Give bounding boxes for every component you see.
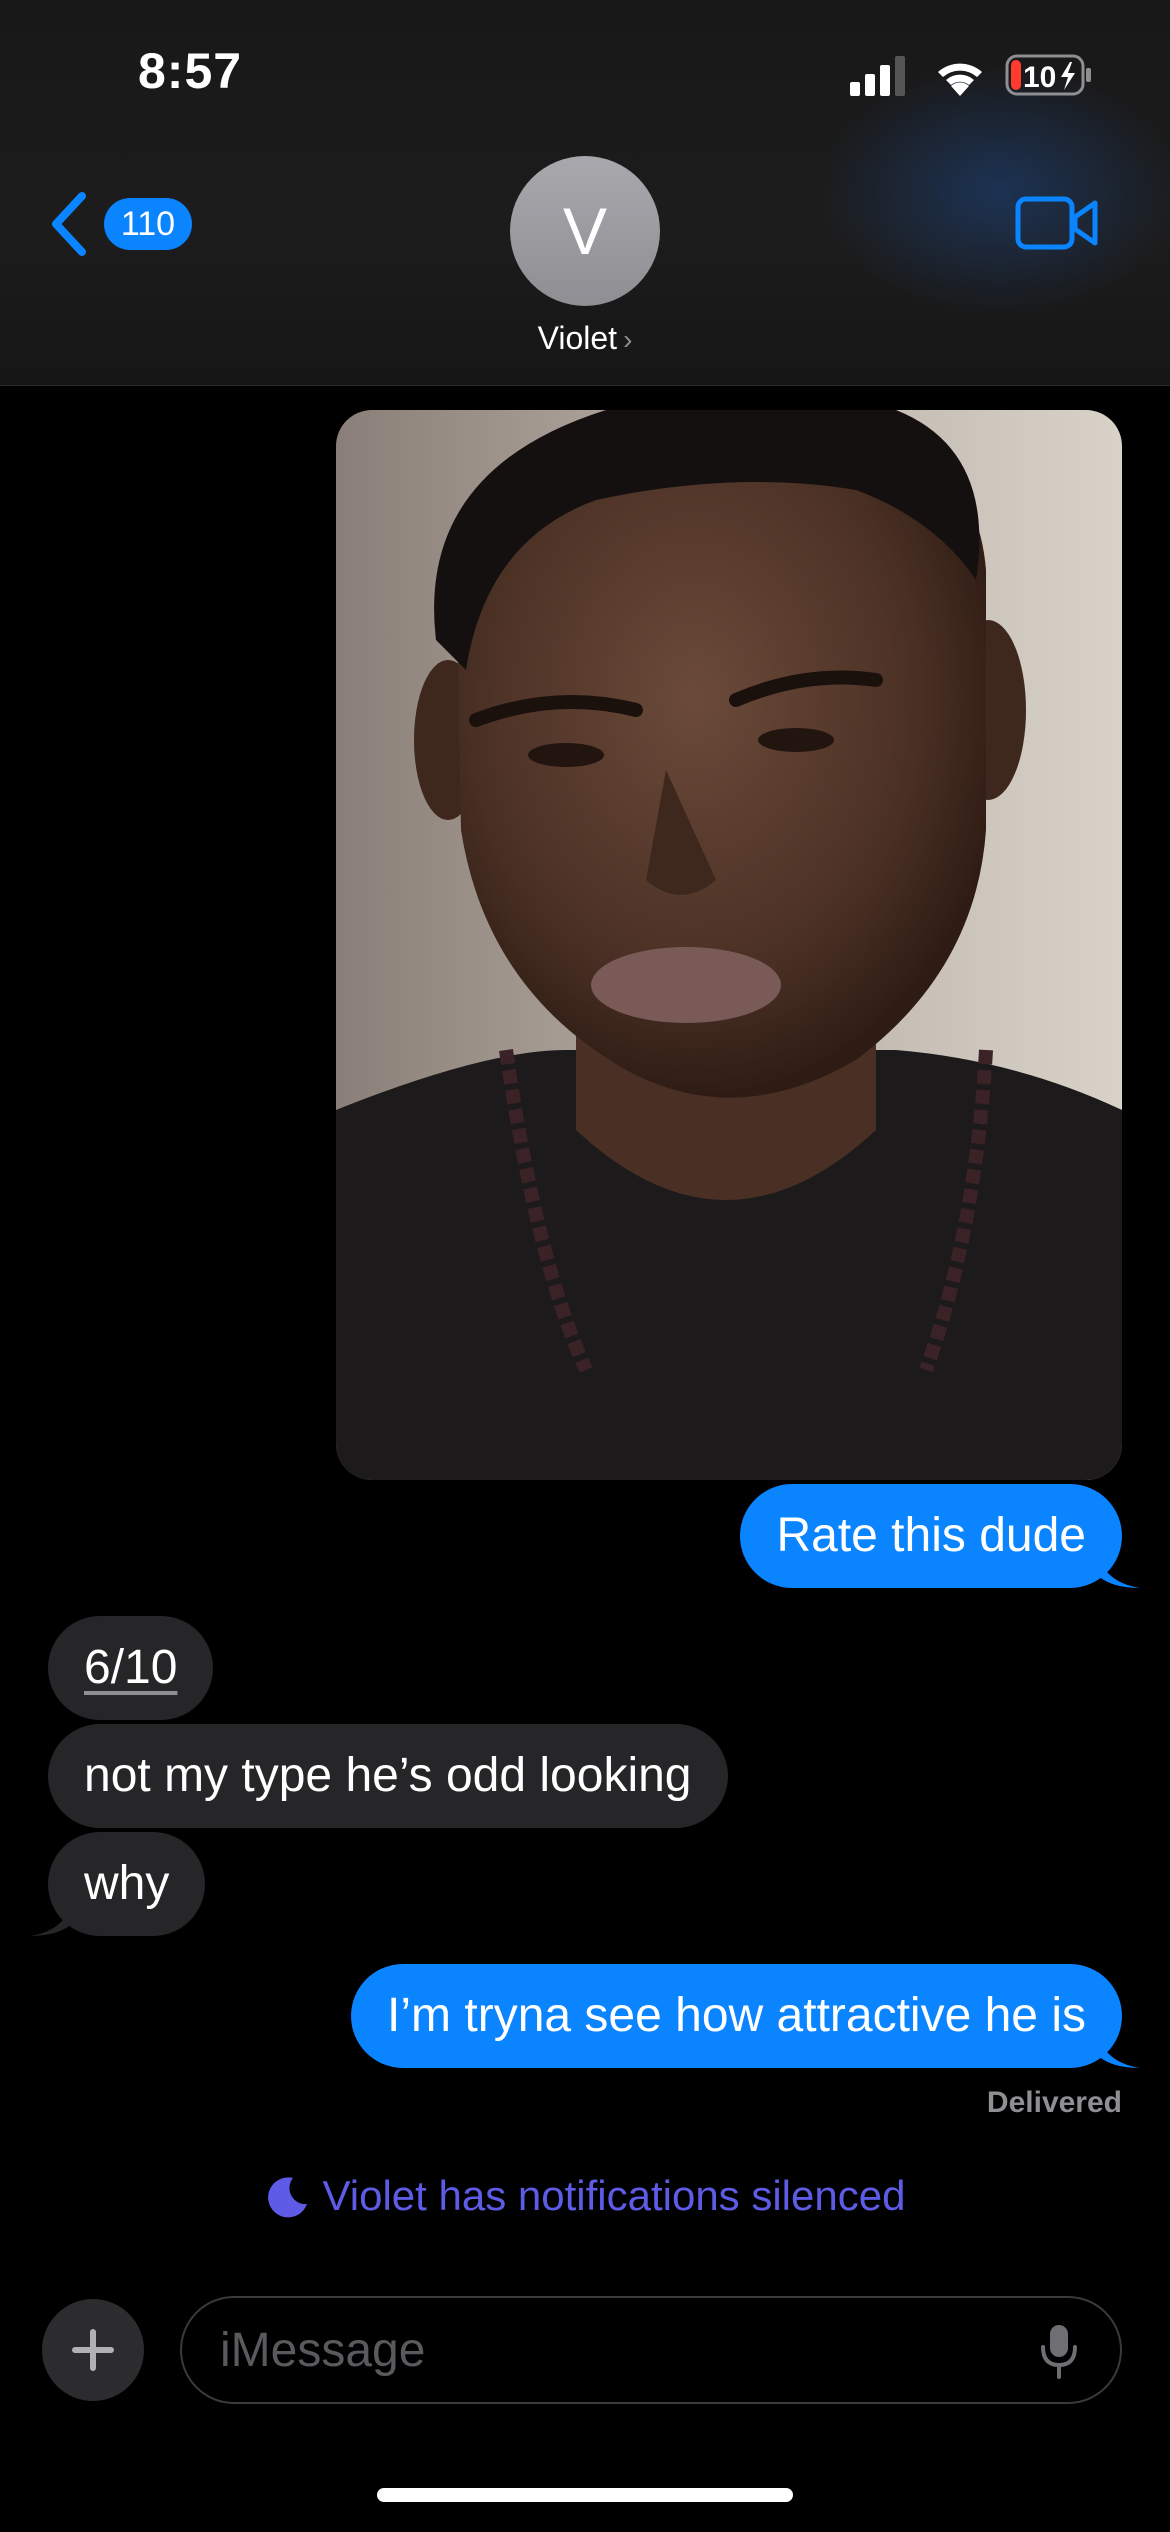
contact-avatar[interactable]: V [510, 156, 660, 306]
wifi-icon [938, 63, 982, 96]
chevron-right-icon: › [623, 324, 633, 355]
home-indicator[interactable] [377, 2488, 793, 2502]
incoming-message-bubble[interactable]: 6/10 [48, 1616, 214, 1720]
bubble-tail [30, 1896, 74, 1936]
cellular-signal-icon [850, 56, 905, 96]
portrait-image [336, 410, 1122, 1480]
incoming-message-bubble[interactable]: not my type he’s odd looking [48, 1724, 728, 1828]
battery-level: 10 [1023, 61, 1056, 94]
contact-name[interactable]: Violet › [0, 320, 1170, 357]
delivered-status: Delivered [986, 2086, 1122, 2119]
avatar-initial: V [562, 194, 608, 268]
microphone-icon[interactable] [1040, 2323, 1078, 2379]
outgoing-message-bubble[interactable]: Rate this dude [740, 1484, 1122, 1588]
bubble-tail [1096, 2028, 1140, 2068]
message-input[interactable] [180, 2296, 1122, 2404]
moon-icon [267, 2177, 307, 2218]
conversation-header: 8:57 10 110 V Violet › [0, 0, 1170, 386]
notifications-silenced-notice: Violet has notifications silenced [0, 2172, 1170, 2220]
plus-icon [72, 2329, 114, 2371]
back-chevron-icon[interactable] [48, 192, 88, 256]
unread-count-badge[interactable]: 110 [104, 198, 192, 250]
status-icons: 10 [850, 54, 1091, 96]
message-image[interactable] [336, 410, 1122, 1480]
bubble-tail [1096, 1548, 1140, 1588]
status-time: 8:57 [138, 43, 243, 99]
outgoing-message-bubble[interactable]: I’m tryna see how attractive he is [351, 1964, 1122, 2068]
battery-icon: 10 [1005, 54, 1091, 96]
apps-plus-button[interactable] [42, 2299, 144, 2401]
facetime-video-icon[interactable] [1015, 195, 1099, 251]
